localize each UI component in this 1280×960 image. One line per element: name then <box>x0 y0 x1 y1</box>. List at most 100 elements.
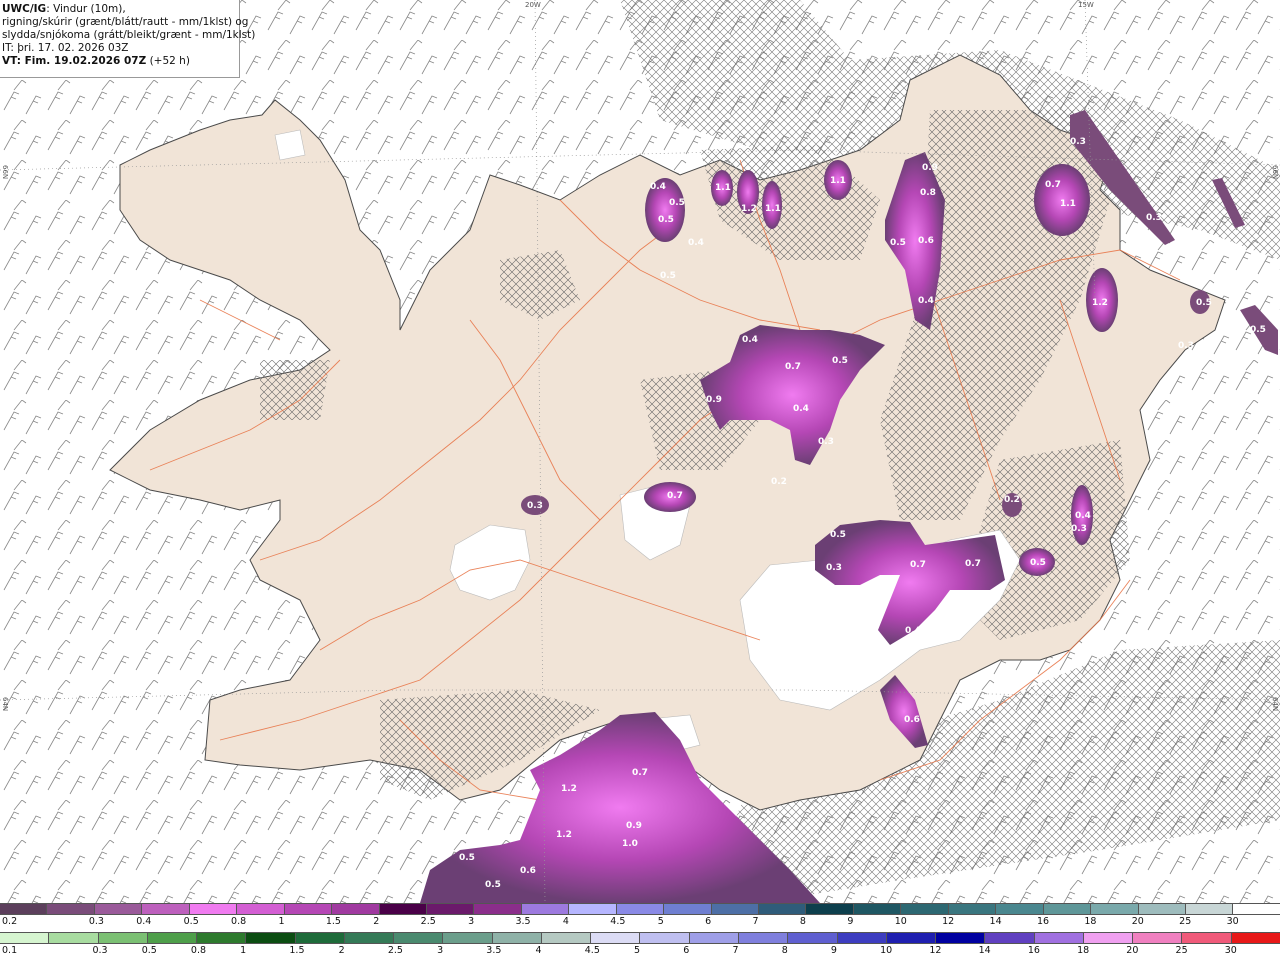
rain-label: 9 <box>830 945 837 956</box>
snow-label: 4 <box>562 916 569 927</box>
snow-swatch <box>711 904 759 914</box>
precip-label: 0.7 <box>632 768 648 778</box>
precip-label: 0.6 <box>918 236 934 246</box>
precip-label: 1.2 <box>1092 298 1108 308</box>
rain-color-scale <box>0 932 1280 944</box>
rain-label: 0.1 <box>2 945 18 956</box>
snow-swatch <box>806 904 854 914</box>
rain-swatch <box>246 933 296 943</box>
snow-swatch <box>0 904 48 914</box>
grid-label-20w: 20W <box>525 1 541 9</box>
precip-label: 0.6 <box>520 866 536 876</box>
info-line-4: IT: þri. 17. 02. 2026 03Z <box>2 42 129 54</box>
snow-swatch <box>569 904 617 914</box>
snow-swatch <box>189 904 238 914</box>
snow-label: 2.5 <box>420 916 436 927</box>
rain-swatch <box>837 933 887 943</box>
rain-label: 0.5 <box>141 945 157 956</box>
precip-label: 0.4 <box>905 626 921 636</box>
grid-label-66n-right: 66N <box>1271 165 1279 180</box>
snow-swatch <box>237 904 285 914</box>
rain-swatch <box>0 933 50 943</box>
info-line-1: UWC/IG: Vindur (10m), <box>2 3 126 15</box>
snow-label: 0.2 <box>2 916 18 927</box>
snow-swatch <box>1043 904 1092 914</box>
snow-label: 25 <box>1179 916 1192 927</box>
precip-label: 0.2 <box>1004 495 1020 505</box>
snow-label: 2 <box>373 916 380 927</box>
snow-label: 4.5 <box>610 916 626 927</box>
rain-label: 18 <box>1077 945 1090 956</box>
snow-label: 3 <box>468 916 475 927</box>
rain-swatch <box>1133 933 1183 943</box>
rain-label: 12 <box>929 945 942 956</box>
rain-label: 4 <box>535 945 542 956</box>
snow-color-scale <box>0 903 1280 915</box>
rain-swatch <box>985 933 1035 943</box>
snow-swatch <box>1091 904 1139 914</box>
rain-label: 0.8 <box>190 945 207 956</box>
color-scales: 0.2 0.3 0.4 0.5 0.8 1 1.5 2 2.5 3 3.5 4 4.5 5 6 7 8 9 10 12… <box>0 903 1280 960</box>
rain-swatch <box>49 933 99 943</box>
precip-label: 0.9 <box>922 163 938 173</box>
rain-swatch <box>689 933 739 943</box>
rain-swatch <box>541 933 592 943</box>
snow-label: 16 <box>1036 916 1050 927</box>
snow-swatch <box>332 904 380 914</box>
rain-label: 3 <box>437 945 444 956</box>
precip-label: 0.4 <box>918 296 934 306</box>
snow-label: 6 <box>705 916 712 927</box>
snow-swatch <box>948 904 997 914</box>
snow-swatch <box>142 904 190 914</box>
info-line-5: VT: Fim. 19.02.2026 07Z (+52 h) <box>2 55 190 67</box>
rain-label: 25 <box>1175 945 1188 956</box>
precip-label: 0.6 <box>904 715 920 725</box>
precip-label: 1.1 <box>1060 199 1076 209</box>
precip-label: 0.3 <box>527 501 543 511</box>
rain-swatch <box>1083 933 1134 943</box>
forecast-map: 0.4 0.5 0.5 0.4 0.5 1.1 1.2 1.1 1.1 0.9 … <box>0 0 1280 903</box>
snow-swatch <box>1233 904 1280 914</box>
rain-swatch <box>591 933 641 943</box>
precip-label: 0.3 <box>818 437 834 447</box>
precip-label: 1.1 <box>765 204 781 214</box>
rain-label: 1 <box>240 945 247 956</box>
rain-swatch <box>197 933 247 943</box>
snow-swatch <box>996 904 1044 914</box>
rain-label: 6 <box>683 945 690 956</box>
rain-label: 16 <box>1027 945 1040 956</box>
snow-label: 30 <box>1226 916 1239 927</box>
snow-label: 7 <box>752 916 759 927</box>
precip-label: 0.9 <box>626 821 642 831</box>
grid-label-64n-right: 64N <box>1271 697 1279 712</box>
rain-swatch <box>738 933 789 943</box>
info-line-3: slydda/snjókoma (grátt/bleikt/grænt - mm… <box>2 29 256 41</box>
snow-swatch <box>94 904 143 914</box>
snow-swatch <box>284 904 333 914</box>
snow-label: 1.5 <box>325 916 341 927</box>
rain-label: 30 <box>1224 945 1237 956</box>
rain-swatch <box>1231 933 1280 943</box>
snow-swatch <box>379 904 427 914</box>
rain-swatch <box>936 933 986 943</box>
precip-label: 0.7 <box>1045 180 1061 190</box>
precip-label: 0.5 <box>1196 298 1212 308</box>
precip-label: 0.9 <box>706 395 722 405</box>
precip-label: 0.7 <box>965 559 981 569</box>
snow-label: 1 <box>278 916 285 927</box>
snow-label: 14 <box>989 916 1002 927</box>
precip-label: 0.5 <box>832 356 848 366</box>
hatch-inland-6 <box>260 360 330 420</box>
precip-label: 0.7 <box>667 491 683 501</box>
precip-label: 0.3 <box>1071 524 1087 534</box>
rain-swatch <box>788 933 838 943</box>
snow-swatch <box>664 904 712 914</box>
precip-label: 0.5 <box>1030 558 1046 568</box>
precip-label: 0.3 <box>1178 341 1194 351</box>
snow-label: 0.5 <box>183 916 199 927</box>
rain-label: 7 <box>732 945 739 956</box>
precip-label: 0.5 <box>890 238 906 248</box>
rain-label: 4.5 <box>584 945 600 956</box>
snow-label: 8 <box>799 916 806 927</box>
grid-label-66n-left: 66N <box>1 165 9 180</box>
